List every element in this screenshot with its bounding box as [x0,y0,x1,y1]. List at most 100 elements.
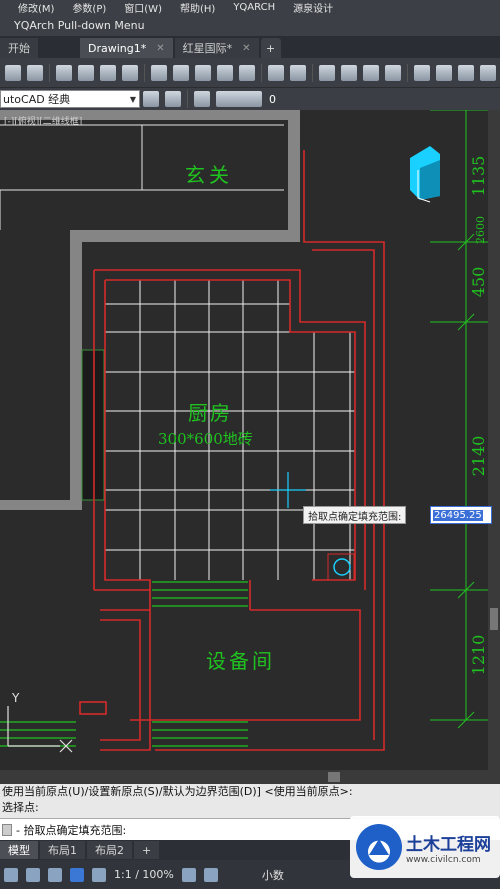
equipment-room-label: 设备间 [206,649,275,673]
menu-help[interactable]: 帮助(H) [162,0,215,15]
tab-start[interactable]: 开始 [0,38,38,58]
hatch-column [81,349,105,501]
drawing-canvas[interactable]: Y 玄关 厨房 300*600地砖 设备间 1135 2600 450 2140… [0,110,488,770]
toolbar-separator [261,63,262,82]
grid-icon[interactable] [4,867,18,882]
ucs-y-label: Y [11,691,20,705]
watermark-title: 土木工程网 [406,834,491,855]
close-icon[interactable]: ✕ [242,43,250,54]
crosshair-cursor [270,472,306,508]
layer-manager-icon[interactable] [194,91,210,107]
cut-icon[interactable] [151,64,167,81]
tab-layout1[interactable]: 布局1 [40,841,85,859]
match-properties-icon[interactable] [239,64,255,81]
ucs-icon [7,706,73,753]
standard-toolbar [0,58,500,88]
yqarch-menu-title[interactable]: YQArch Pull-down Menu [14,19,145,32]
menu-parameter[interactable]: 参数(P) [54,0,106,15]
gear-icon[interactable] [181,867,196,882]
north-arrow-icon [410,146,440,203]
entrance-label: 玄关 [185,163,233,187]
units-readout[interactable]: 小数 [262,867,284,883]
zoom-previous-icon[interactable] [385,64,401,81]
kitchen-label: 厨房 [188,401,232,425]
sheet-set-icon[interactable] [480,64,496,81]
chevron-down-icon: ▼ [129,94,136,104]
scroll-thumb[interactable] [490,608,498,630]
horizontal-scrollbar[interactable] [0,770,500,784]
dimension-text: 1210 [469,635,488,676]
command-history-line: 使用当前原点(U)/设置新原点(S)/默认为边界范围(D)] <使用当前原点>: [2,785,353,798]
toolbar-separator [312,63,313,82]
menu-window[interactable]: 窗口(W) [106,0,162,15]
menu-bar: 修改(M) 参数(P) 窗口(W) 帮助(H) YQARCH 源泉设计 [0,0,500,15]
undo-icon[interactable] [268,64,284,81]
tab-label: Drawing1* [88,41,147,55]
floor-plan: Y 玄关 厨房 300*600地砖 设备间 1135 2600 450 2140… [0,110,488,753]
save-icon[interactable] [27,64,43,81]
dimension-text: 450 [469,267,488,298]
toolbar-separator [49,63,50,82]
menu-yuanquan[interactable]: 源泉设计 [275,0,333,15]
scale-readout[interactable]: 1:1 / 100% [114,868,174,881]
civilcn-logo-icon [356,824,402,870]
dimension-text: 2140 [469,436,488,477]
new-tab-button[interactable]: + [260,38,281,58]
redo-icon[interactable] [290,64,306,81]
properties-icon[interactable] [414,64,430,81]
dynamic-input-field[interactable]: 26495.25 [430,506,492,524]
viewport-control-label[interactable]: [-][俯视][二维线框] [0,114,82,134]
toolbar-separator [144,63,145,82]
watermark-url: www.civilcn.com [406,854,481,865]
copy-icon[interactable] [173,64,189,81]
document-tab-bar: 开始 Drawing1* ✕ 红星国际* ✕ + [0,36,500,58]
menu-yqarch[interactable]: YQARCH [215,2,275,13]
close-icon[interactable]: ✕ [156,43,164,54]
3d-dwf-icon[interactable] [122,64,138,81]
tab-layout2[interactable]: 布局2 [87,841,132,859]
zoom-window-icon[interactable] [363,64,379,81]
kitchen-tile-label: 300*600地砖 [158,430,253,448]
tab-drawing1[interactable]: Drawing1* ✕ [80,38,173,58]
dynamic-input-prompt: 拾取点确定填充范围: [303,506,407,524]
workspace-settings-icon[interactable] [165,91,181,107]
tab-model[interactable]: 模型 [0,841,38,859]
workspace-toolbar: utoCAD 经典 ▼ 0 [0,88,500,110]
command-current: - 拾取点确定填充范围: [16,823,127,837]
design-center-icon[interactable] [436,64,452,81]
gear-icon[interactable] [143,91,159,107]
tab-label: 开始 [8,42,30,55]
toolbar-separator [407,63,408,82]
workspace-dropdown[interactable]: utoCAD 经典 ▼ [0,90,140,108]
dimension-text: 1135 [469,156,488,197]
print-preview-icon[interactable] [78,64,94,81]
paste-block-icon[interactable] [217,64,233,81]
command-history-line: 选择点: [2,801,39,814]
cyan-circle-marker [333,558,351,576]
command-icon [2,823,12,836]
current-layer[interactable]: 0 [269,93,276,106]
command-history: 使用当前原点(U)/设置新原点(S)/默认为边界范围(D)] <使用当前原点>:… [0,784,500,818]
paste-icon[interactable] [195,64,211,81]
open-icon[interactable] [5,64,21,81]
layer-state-icons[interactable] [216,91,262,107]
toolbar-separator [187,90,188,108]
tab-label: 红星国际* [182,42,233,55]
annotation-icon[interactable] [70,867,84,882]
3d-view-icon[interactable] [26,867,40,882]
print-icon[interactable] [56,64,72,81]
navigation-icon[interactable] [48,867,62,882]
tab-hongxing[interactable]: 红星国际* ✕ [174,38,259,58]
annotation-scale-icon[interactable] [92,867,106,882]
add-layout-button[interactable]: + [134,841,160,859]
tool-palettes-icon[interactable] [458,64,474,81]
scroll-thumb[interactable] [328,772,340,782]
pan-icon[interactable] [319,64,335,81]
plus-icon[interactable] [203,867,218,882]
yqarch-menu-bar: YQArch Pull-down Menu [0,14,500,36]
publish-icon[interactable] [100,64,116,81]
vertical-scrollbar[interactable] [488,110,500,770]
menu-modify[interactable]: 修改(M) [0,0,54,15]
dimension-text: 2600 [474,216,487,244]
zoom-realtime-icon[interactable] [341,64,357,81]
